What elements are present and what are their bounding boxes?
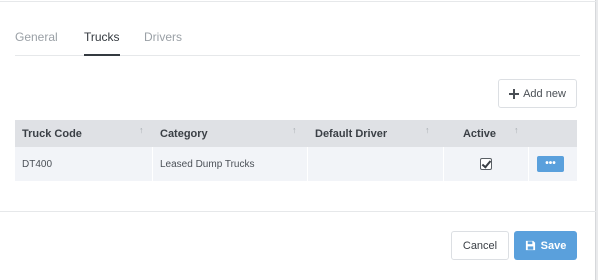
- add-new-button[interactable]: Add new: [498, 79, 577, 108]
- cell-truck-code: DT400: [15, 147, 153, 181]
- cancel-button[interactable]: Cancel: [451, 231, 509, 260]
- tab-general[interactable]: General: [15, 30, 58, 56]
- sort-icon[interactable]: ↑: [292, 126, 302, 139]
- save-label: Save: [540, 239, 567, 252]
- column-label: Active: [462, 127, 497, 140]
- footer-divider: [0, 211, 596, 212]
- column-header-active[interactable]: Active ↑: [444, 120, 529, 147]
- column-label: Default Driver: [315, 127, 388, 140]
- sort-icon[interactable]: ↑: [139, 126, 149, 139]
- truck-modal: General Trucks Drivers Add new Truck Cod…: [0, 0, 596, 280]
- save-button[interactable]: Save: [514, 231, 577, 260]
- column-header-actions: [529, 120, 577, 147]
- cell-default-driver: [308, 147, 444, 181]
- column-header-truck-code[interactable]: Truck Code ↑: [15, 120, 153, 147]
- table-header: Truck Code ↑ Category ↑ Default Driver ↑…: [15, 120, 577, 147]
- active-checkbox[interactable]: [480, 158, 492, 170]
- sort-icon[interactable]: ↑: [425, 126, 435, 139]
- plus-icon: [509, 88, 520, 99]
- add-new-label: Add new: [523, 87, 566, 100]
- table-row[interactable]: DT400 Leased Dump Trucks •••: [15, 147, 577, 181]
- column-label: Truck Code: [22, 127, 82, 140]
- cell-actions: •••: [529, 147, 577, 181]
- column-header-default-driver[interactable]: Default Driver ↑: [308, 120, 444, 147]
- floppy-disk-icon: [525, 240, 535, 251]
- column-header-category[interactable]: Category ↑: [153, 120, 308, 147]
- row-actions-button[interactable]: •••: [537, 156, 564, 172]
- tab-trucks[interactable]: Trucks: [84, 30, 120, 56]
- column-label: Category: [160, 127, 208, 140]
- cell-active: [444, 147, 529, 181]
- cell-category: Leased Dump Trucks: [153, 147, 308, 181]
- top-divider: [0, 1, 596, 2]
- tab-drivers[interactable]: Drivers: [144, 30, 182, 56]
- trucks-table: Truck Code ↑ Category ↑ Default Driver ↑…: [15, 120, 577, 181]
- ellipsis-icon: •••: [545, 158, 556, 169]
- sort-icon[interactable]: ↑: [514, 126, 524, 139]
- tab-bar: General Trucks Drivers: [15, 30, 580, 56]
